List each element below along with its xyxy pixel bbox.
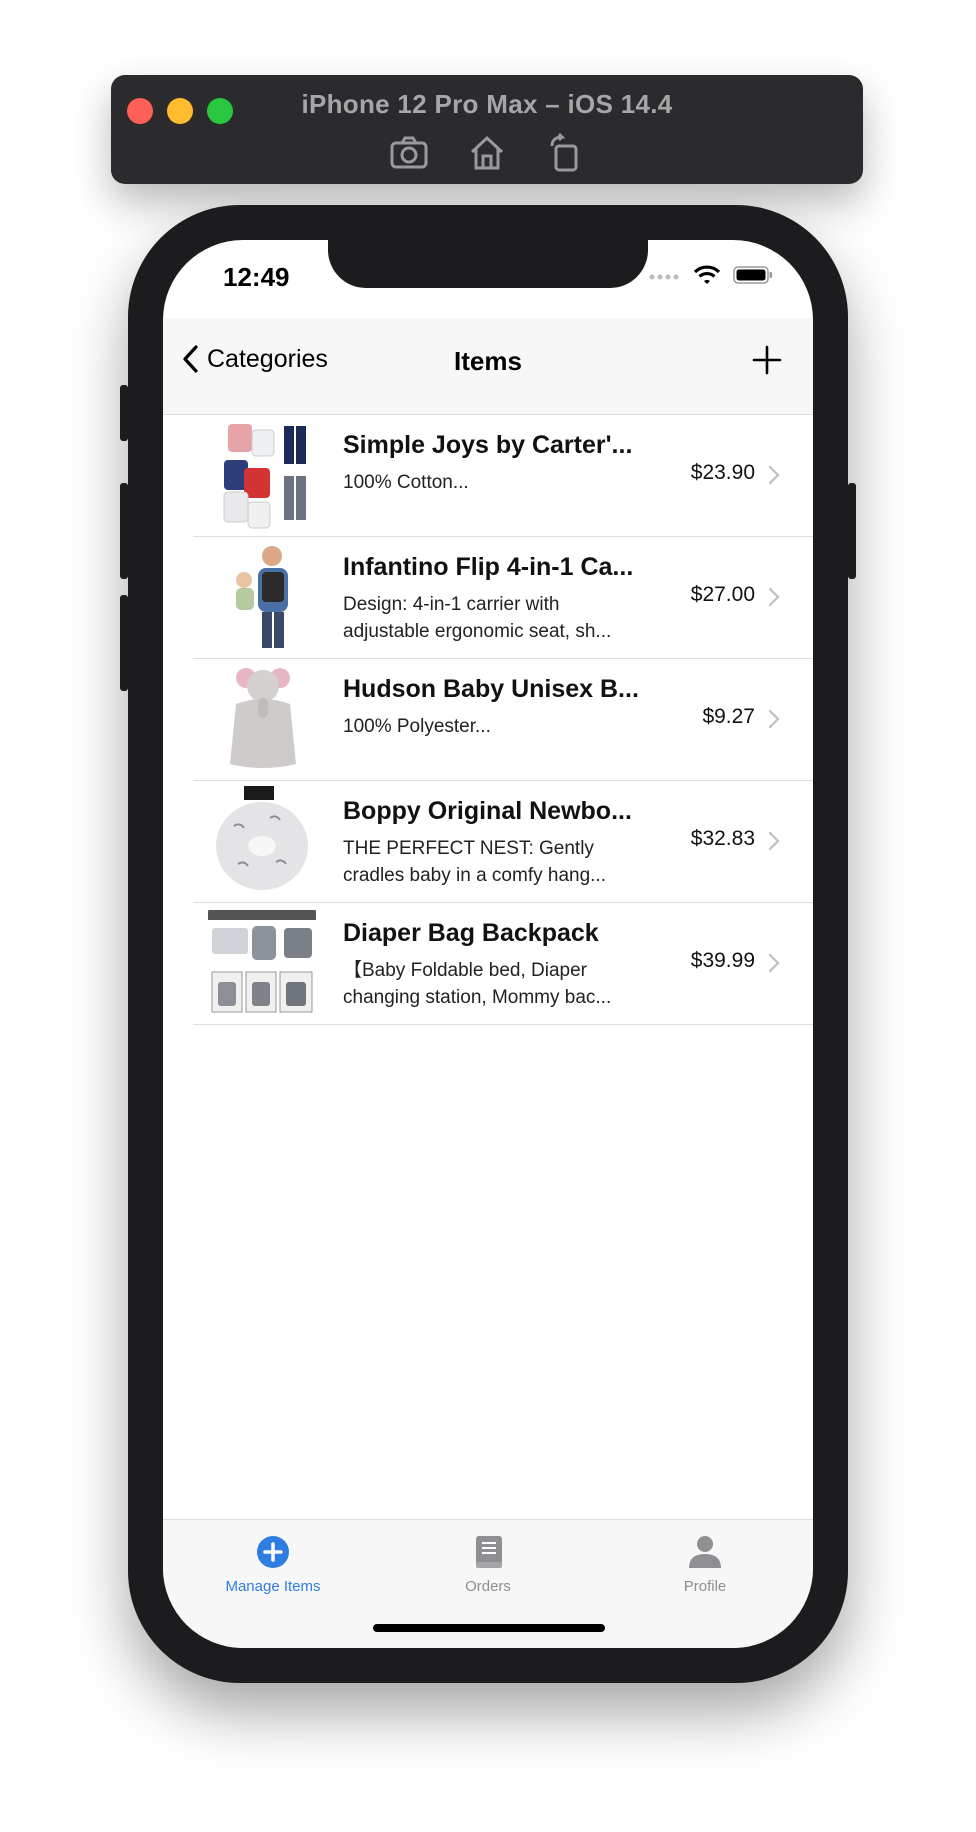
chevron-right-icon <box>768 587 780 607</box>
chevron-right-icon <box>768 465 780 485</box>
simulator-title: iPhone 12 Pro Max – iOS 14.4 <box>301 89 673 119</box>
status-time: 12:49 <box>223 262 290 292</box>
chevron-right-icon <box>768 953 780 973</box>
mute-switch <box>120 385 128 441</box>
notch <box>328 240 648 288</box>
screenshot-icon <box>390 136 428 169</box>
wifi-icon <box>693 265 721 284</box>
tab-orders[interactable]: Orders <box>408 1532 568 1595</box>
rotate-icon <box>550 132 578 172</box>
item-title: Hudson Baby Unisex B... <box>343 675 639 703</box>
chevron-right-icon <box>768 831 780 851</box>
tab-label: Manage Items <box>225 1578 321 1595</box>
person-icon <box>689 1536 721 1568</box>
item-description: 100% Cotton... <box>343 472 469 493</box>
item-price: $27.00 <box>690 583 755 606</box>
item-title: Diaper Bag Backpack <box>343 919 599 947</box>
home-icon <box>470 135 504 170</box>
battery-icon <box>733 266 772 284</box>
simulator-tools <box>111 131 863 175</box>
item-price: $32.83 <box>690 827 755 850</box>
item-title: Boppy Original Newbo... <box>343 797 632 825</box>
item-description: Design: 4-in-1 carrier with adjustable e… <box>343 594 612 642</box>
product-image <box>208 786 316 896</box>
chevron-right-icon <box>768 709 780 729</box>
tab-manage-items[interactable]: Manage Items <box>193 1532 353 1595</box>
home-button[interactable] <box>465 131 509 175</box>
product-image <box>208 420 316 530</box>
tab-label: Orders <box>465 1578 511 1595</box>
status-icons <box>649 264 773 286</box>
home-indicator[interactable] <box>373 1624 605 1632</box>
tab-bar: Manage Items Orders Profile <box>163 1519 813 1648</box>
screenshot-button[interactable] <box>387 131 431 175</box>
product-image <box>208 664 316 774</box>
item-description: THE PERFECT NEST: Gently cradles baby in… <box>343 838 606 886</box>
tab-profile[interactable]: Profile <box>625 1532 785 1595</box>
navigation-bar: Categories Items <box>163 318 813 415</box>
list-item[interactable]: Diaper Bag Backpack 【Baby Foldable bed, … <box>193 903 813 1025</box>
rotate-button[interactable] <box>543 131 587 175</box>
product-image <box>208 542 316 652</box>
list-item[interactable]: Hudson Baby Unisex B... 100% Polyester..… <box>193 659 813 781</box>
tab-label: Profile <box>683 1578 727 1595</box>
item-description: 100% Polyester... <box>343 716 491 737</box>
phone-screen: 12:49 Categories Items Simple Joys by Ca… <box>163 240 813 1648</box>
page-title: Items <box>454 346 522 376</box>
item-description: 【Baby Foldable bed, Diaper changing stat… <box>343 960 612 1008</box>
plus-icon[interactable] <box>751 344 783 376</box>
cellular-icon <box>649 274 679 280</box>
item-price: $9.27 <box>702 705 755 728</box>
list-item[interactable]: Infantino Flip 4-in-1 Ca... Design: 4-in… <box>193 537 813 659</box>
list-item[interactable]: Simple Joys by Carter'... 100% Cotton...… <box>193 415 813 537</box>
iphone-frame: 12:49 Categories Items Simple Joys by Ca… <box>120 205 856 1683</box>
volume-up-button <box>120 483 128 579</box>
power-button <box>848 483 856 579</box>
list-item[interactable]: Boppy Original Newbo... THE PERFECT NEST… <box>193 781 813 903</box>
document-icon <box>476 1536 502 1568</box>
volume-down-button <box>120 595 128 691</box>
product-image <box>208 908 316 1018</box>
plus-circle-icon <box>257 1536 289 1568</box>
simulator-toolbar: iPhone 12 Pro Max – iOS 14.4 <box>111 75 863 184</box>
item-title: Simple Joys by Carter'... <box>343 431 633 459</box>
item-price: $39.99 <box>690 949 755 972</box>
item-price: $23.90 <box>690 461 755 484</box>
item-title: Infantino Flip 4-in-1 Ca... <box>343 553 634 581</box>
items-list: Simple Joys by Carter'... 100% Cotton...… <box>163 415 813 1025</box>
